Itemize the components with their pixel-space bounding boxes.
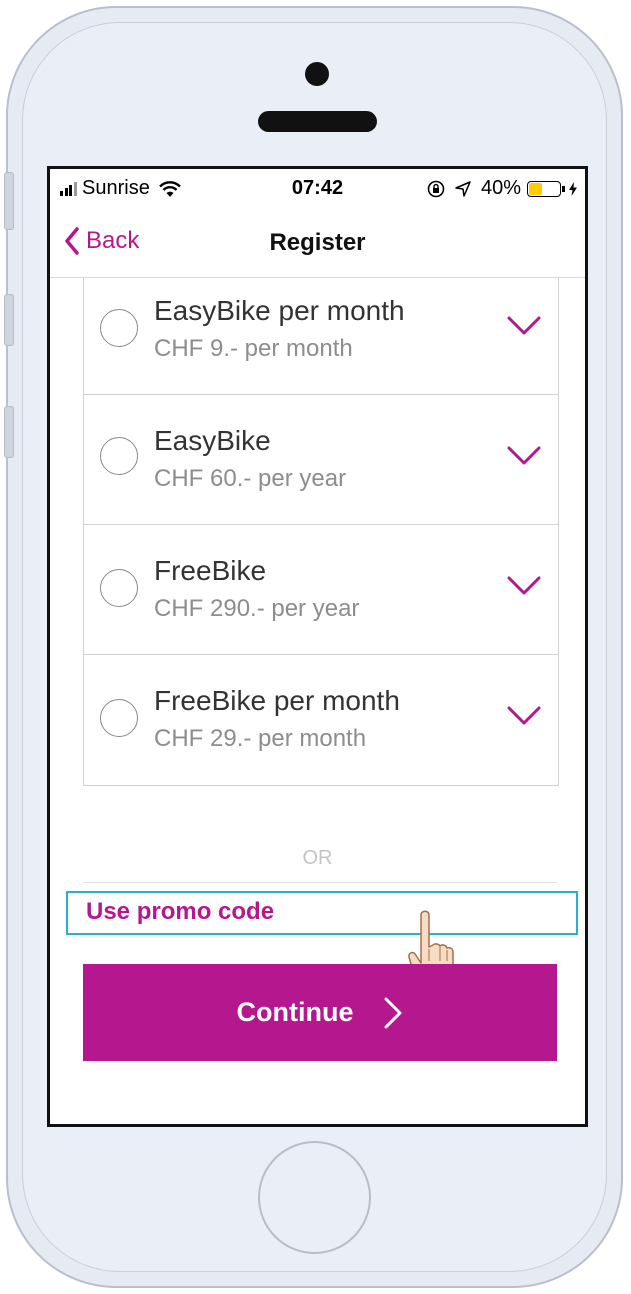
status-bar: Sunrise 07:42 40% [50, 169, 585, 209]
chevron-right-icon [384, 997, 402, 1028]
plan-radio[interactable] [100, 437, 138, 475]
plan-list: EasyBike per month CHF 9.- per month Eas… [83, 277, 559, 786]
status-left: Sunrise [60, 177, 182, 200]
plan-price: CHF 29.- per month [154, 725, 367, 752]
or-divider-label: OR [302, 847, 333, 869]
back-button[interactable]: Back [64, 227, 139, 255]
plan-option-freebike-per-month[interactable]: FreeBike per month CHF 29.- per month [84, 655, 558, 785]
battery-fill [529, 182, 542, 195]
earpiece-speaker [258, 111, 377, 132]
location-arrow-icon [455, 180, 471, 197]
continue-button[interactable]: Continue [83, 964, 557, 1061]
divider [83, 882, 557, 883]
volume-down-button [4, 406, 14, 458]
plan-price: CHF 9.- per month [154, 335, 353, 362]
navigation-bar: Back Register [50, 209, 585, 278]
mute-switch [4, 172, 14, 230]
continue-label: Continue [236, 997, 354, 1027]
wifi-icon [158, 180, 181, 197]
battery-percent: 40% [480, 177, 521, 199]
lock-rotation-icon [427, 180, 445, 197]
battery-tip [562, 185, 565, 192]
plan-price: CHF 290.- per year [154, 595, 360, 622]
chevron-down-icon[interactable] [506, 315, 542, 337]
battery-icon [527, 180, 561, 197]
plan-option-freebike[interactable]: FreeBike CHF 290.- per year [84, 525, 558, 655]
plan-radio[interactable] [100, 309, 138, 347]
status-right: 40% [427, 177, 577, 200]
charging-icon [569, 181, 577, 196]
chevron-down-icon[interactable] [506, 445, 542, 467]
signal-icon [60, 181, 78, 196]
promo-code-link[interactable]: Use promo code [66, 891, 578, 935]
carrier-name: Sunrise [82, 177, 150, 199]
plan-name: EasyBike [154, 425, 271, 456]
plan-name: FreeBike [154, 555, 267, 586]
chevron-down-icon[interactable] [506, 575, 542, 597]
back-label: Back [86, 227, 140, 254]
plan-option-easybike-per-month[interactable]: EasyBike per month CHF 9.- per month [84, 277, 558, 395]
plan-radio[interactable] [100, 569, 138, 607]
volume-up-button [4, 294, 14, 346]
app-screen: Sunrise 07:42 40% Back Register EasyBike… [47, 166, 588, 1127]
back-chevron-icon [65, 227, 79, 255]
chevron-down-icon[interactable] [506, 705, 542, 727]
plan-option-easybike[interactable]: EasyBike CHF 60.- per year [84, 395, 558, 525]
home-button[interactable] [258, 1141, 371, 1254]
plan-price: CHF 60.- per year [154, 465, 347, 492]
plan-name: EasyBike per month [154, 295, 405, 326]
front-camera [305, 62, 329, 86]
plan-name: FreeBike per month [154, 685, 400, 716]
plan-radio[interactable] [100, 699, 138, 737]
